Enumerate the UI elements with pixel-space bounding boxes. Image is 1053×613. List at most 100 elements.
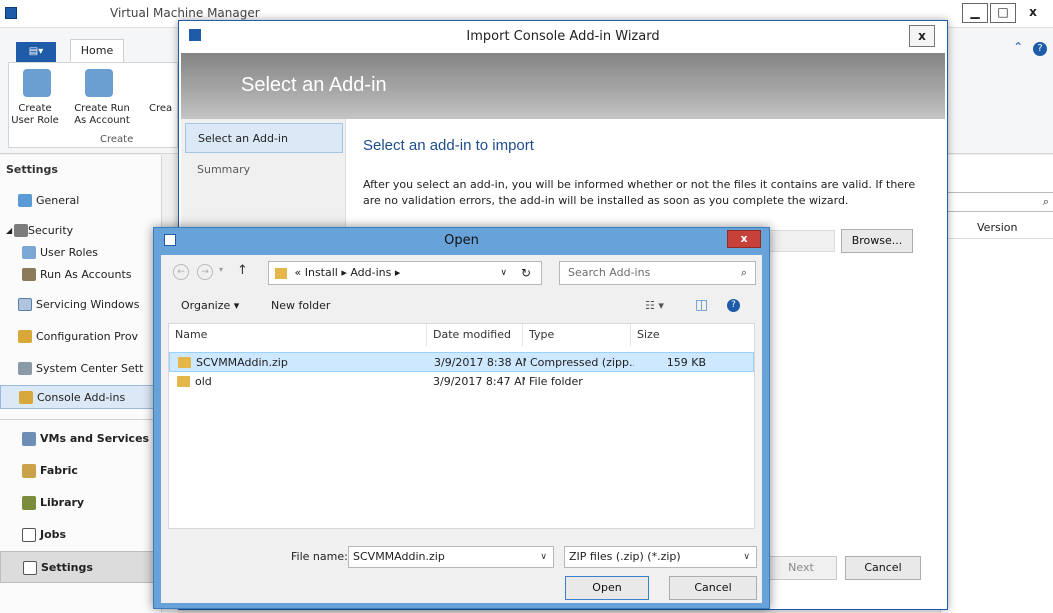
dialog-footer: File name: SCVMMAddin.zip ∨ ZIP files (.… xyxy=(161,538,762,603)
workspace-fabric[interactable]: Fabric xyxy=(0,455,162,487)
search-icon[interactable]: ⌕ xyxy=(741,262,747,284)
workspace-label: Settings xyxy=(41,561,93,574)
breadcrumb-path[interactable]: « Install ▸ Add-ins ▸ xyxy=(295,266,401,279)
jobs-icon xyxy=(22,528,36,542)
results-pane: ⌕ Version xyxy=(940,155,1053,613)
run-as-account-icon xyxy=(85,69,113,97)
wizard-title-bar: Import Console Add-in Wizard x xyxy=(179,21,947,53)
nav-item-configuration-providers[interactable]: Configuration Prov xyxy=(0,325,162,349)
file-type-filter[interactable]: ZIP files (.zip) (*.zip) ∨ xyxy=(564,546,757,568)
nav-item-servicing-windows[interactable]: Servicing Windows xyxy=(0,293,162,317)
system-center-settings-icon xyxy=(18,362,32,375)
collapse-ribbon-icon[interactable]: ⌃ xyxy=(1013,40,1023,54)
nav-item-label: System Center Sett xyxy=(36,362,144,375)
nav-divider xyxy=(0,419,162,420)
wizard-banner-title: Select an Add-in xyxy=(241,74,387,96)
help-icon[interactable]: ? xyxy=(727,299,740,312)
wizard-banner: Select an Add-in xyxy=(181,53,945,119)
workspace-label: VMs and Services xyxy=(40,432,150,445)
forward-icon[interactable]: → xyxy=(197,264,213,280)
column-header-name[interactable]: Name xyxy=(169,324,427,346)
nav-item-system-center-settings[interactable]: System Center Sett xyxy=(0,357,162,381)
preview-pane-icon[interactable]: ◫ xyxy=(695,297,708,313)
search-input[interactable]: Search Add-ins ⌕ xyxy=(559,261,756,285)
view-options-icon[interactable]: ☷ ▾ xyxy=(645,299,664,312)
minimize-button[interactable]: ▁ xyxy=(962,3,988,23)
ribbon-panel: Create User Role Create Run As Account C… xyxy=(8,62,178,148)
open-dialog-close-button[interactable]: x xyxy=(727,230,761,248)
maximize-button[interactable]: □ xyxy=(990,3,1016,23)
wizard-close-button[interactable]: x xyxy=(909,25,935,47)
column-header-size[interactable]: Size xyxy=(631,324,701,346)
results-search-input[interactable]: ⌕ xyxy=(941,192,1053,212)
file-name: old xyxy=(195,375,212,388)
close-button[interactable]: x xyxy=(1020,3,1046,23)
nav-item-run-as-accounts[interactable]: Run As Accounts xyxy=(0,263,162,287)
file-date: 3/9/2017 8:38 AM xyxy=(434,356,526,369)
create-button[interactable]: Crea xyxy=(149,103,179,115)
search-icon[interactable]: ⌕ xyxy=(1043,195,1049,209)
vms-services-icon xyxy=(22,432,36,446)
console-addins-icon xyxy=(19,391,33,404)
chevron-down-icon[interactable]: ∨ xyxy=(743,547,750,567)
organize-button[interactable]: Organize ▾ xyxy=(181,299,239,312)
user-role-icon xyxy=(23,69,51,97)
file-row-old[interactable]: old 3/9/2017 8:47 AM File folder xyxy=(169,372,754,392)
browse-button[interactable]: Browse... xyxy=(841,229,913,253)
nav-item-console-addins[interactable]: Console Add-ins xyxy=(0,385,162,409)
nav-item-label: Security xyxy=(28,224,74,237)
cancel-button[interactable]: Cancel xyxy=(669,576,757,600)
open-dialog-title: Open xyxy=(444,233,479,248)
open-dialog-title-bar: Open x xyxy=(154,228,769,254)
main-window-title: Virtual Machine Manager xyxy=(110,6,260,20)
library-icon xyxy=(22,496,36,510)
nav-item-security[interactable]: ◢ Security xyxy=(0,219,162,243)
breadcrumb-dropdown-icon[interactable]: ∨ xyxy=(500,262,507,284)
workspace-settings[interactable]: Settings xyxy=(0,551,162,583)
up-icon[interactable]: ↑ xyxy=(237,263,248,278)
file-type-filter-value: ZIP files (.zip) (*.zip) xyxy=(569,550,681,563)
workspace-vms-and-services[interactable]: VMs and Services xyxy=(0,423,162,455)
file-tab[interactable]: ▤▾ xyxy=(16,42,56,62)
wizard-cancel-button[interactable]: Cancel xyxy=(845,556,921,580)
address-bar-row: ← → ▾ ↑ « Install ▸ Add-ins ▸ ∨ ↻ Search… xyxy=(161,255,762,291)
help-icon[interactable]: ? xyxy=(1033,42,1047,56)
step-select-addin[interactable]: Select an Add-in xyxy=(185,123,343,153)
general-icon xyxy=(18,194,32,207)
open-file-dialog: Open x ← → ▾ ↑ « Install ▸ Add-ins ▸ ∨ ↻… xyxy=(153,227,770,609)
step-summary[interactable]: Summary xyxy=(185,155,343,185)
wizard-description: After you select an add-in, you will be … xyxy=(363,178,916,207)
create-user-role-button[interactable]: Create User Role xyxy=(9,103,61,127)
new-folder-button[interactable]: New folder xyxy=(271,299,330,312)
workspace-label: Fabric xyxy=(40,464,78,477)
file-list[interactable]: Name Date modified Type Size SCVMMAddin.… xyxy=(168,323,755,529)
folder-icon xyxy=(177,376,190,387)
expander-icon[interactable]: ◢ xyxy=(6,219,12,243)
recent-locations-icon[interactable]: ▾ xyxy=(219,265,223,274)
file-row-scvmmaddin[interactable]: SCVMMAddin.zip 3/9/2017 8:38 AM Compress… xyxy=(169,352,754,372)
back-icon[interactable]: ← xyxy=(173,264,189,280)
create-run-as-account-button[interactable]: Create Run As Account xyxy=(69,103,135,127)
column-header-date-modified[interactable]: Date modified xyxy=(427,324,523,346)
file-name-field[interactable]: SCVMMAddin.zip ∨ xyxy=(348,546,554,568)
column-header-type[interactable]: Type xyxy=(523,324,631,346)
breadcrumb[interactable]: « Install ▸ Add-ins ▸ ∨ ↻ xyxy=(268,261,542,285)
open-button[interactable]: Open xyxy=(565,576,649,600)
nav-item-user-roles[interactable]: User Roles xyxy=(0,241,162,265)
refresh-icon[interactable]: ↻ xyxy=(521,262,531,284)
workspace-library[interactable]: Library xyxy=(0,487,162,519)
nav-item-label: General xyxy=(36,194,80,207)
nav-item-label: Servicing Windows xyxy=(36,298,140,311)
version-column-header[interactable]: Version xyxy=(941,217,1053,239)
chevron-down-icon[interactable]: ∨ xyxy=(540,547,547,567)
workspace-jobs[interactable]: Jobs xyxy=(0,519,162,551)
app-system-icon[interactable] xyxy=(5,7,17,19)
configuration-providers-icon xyxy=(18,330,32,343)
tab-home[interactable]: Home xyxy=(70,39,124,63)
servicing-windows-icon xyxy=(18,298,32,311)
next-button[interactable]: Next xyxy=(765,556,837,580)
workspace-label: Jobs xyxy=(40,528,67,541)
file-type: Compressed (zipp... xyxy=(530,356,634,369)
file-name-label: File name: xyxy=(291,550,348,563)
nav-item-general[interactable]: General xyxy=(0,189,162,213)
